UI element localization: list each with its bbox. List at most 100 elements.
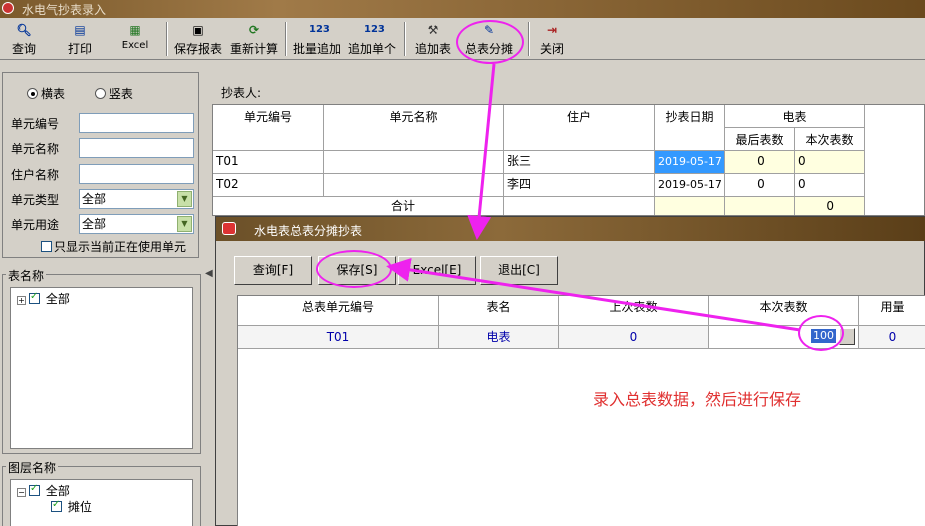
current-reading-input[interactable]: 100 xyxy=(811,329,836,343)
master-meter-allocate-button[interactable]: ✎ 总表分摊 xyxy=(462,20,516,58)
main-toolbar: 🔍︎ 查询 ▤ 打印 ▦ Excel ▣ 保存报表 ⟳ 重新计算 123 批量追… xyxy=(0,18,925,60)
table-cell[interactable] xyxy=(324,151,504,174)
table-cell[interactable]: T01 xyxy=(213,151,324,174)
table-cell[interactable]: 电表 xyxy=(439,326,559,349)
col-date[interactable]: 抄表日期 xyxy=(655,105,725,151)
table-cell[interactable]: 张三 xyxy=(504,151,655,174)
col-meter-name[interactable]: 表名 xyxy=(439,296,559,326)
excel-icon: ▦ xyxy=(129,23,141,37)
radio-vertical[interactable]: 竖表 xyxy=(94,87,133,101)
recalc-icon: ⟳ xyxy=(248,23,260,37)
unit-use-select[interactable]: 全部 ▼ xyxy=(79,214,194,234)
unit-type-row: 单元类型 全部 ▼ xyxy=(11,189,194,209)
col-previous-reading[interactable]: 上次表数 xyxy=(559,296,709,326)
unit-name-input[interactable] xyxy=(79,138,194,158)
dialog-title-bar[interactable]: 水电表总表分摊抄表 xyxy=(216,217,925,241)
col-last-reading[interactable]: 最后表数 xyxy=(725,128,795,151)
table-cell[interactable]: 0 xyxy=(559,326,709,349)
checkbox-box[interactable] xyxy=(29,291,40,304)
add-meter-button[interactable]: ⚒ 追加表 xyxy=(412,20,454,58)
table-cell[interactable]: 0 xyxy=(795,174,865,197)
table-cell[interactable]: 0 xyxy=(795,151,865,174)
allocate-dialog: 水电表总表分摊抄表 查询[F] 保存[S] Excel[E] 退出[C] 总表单… xyxy=(215,216,925,526)
checkbox-box[interactable] xyxy=(51,499,62,512)
table-cell-selected[interactable]: 2019-05-17 xyxy=(655,151,725,174)
filter-panel: 横表 竖表 单元编号 单元名称 住户名称 单元类型 全部 ▼ 单元用途 全部 ▼… xyxy=(2,72,199,258)
radio-horizontal[interactable]: 横表 xyxy=(27,87,65,101)
table-cell xyxy=(655,197,725,215)
col-current-reading[interactable]: 本次表数 xyxy=(795,128,865,151)
window-title-bar: 水电气抄表录入 xyxy=(0,0,925,18)
dialog-exit-button[interactable]: 退出[C] xyxy=(480,256,558,285)
layout-radio-group: 横表 竖表 xyxy=(27,85,133,102)
dialog-app-icon xyxy=(222,222,236,235)
splitter-collapse-icon[interactable]: ◀ xyxy=(205,268,213,279)
table-cell[interactable]: 0 xyxy=(725,174,795,197)
chevron-down-icon[interactable]: ▼ xyxy=(177,191,192,207)
floor-tree: − 全部 摊位 xyxy=(10,479,193,526)
table-cell[interactable]: 李四 xyxy=(504,174,655,197)
checkbox-box xyxy=(41,241,52,252)
window-title: 水电气抄表录入 xyxy=(22,3,107,17)
dialog-excel-button[interactable]: Excel[E] xyxy=(398,256,476,285)
col-usage[interactable]: 用量 xyxy=(859,296,925,326)
total-current-reading: 0 xyxy=(795,197,865,215)
batch-append-button[interactable]: 123 批量追加 xyxy=(290,20,344,58)
dialog-save-button[interactable]: 保存[S] xyxy=(318,256,396,285)
unit-no-row: 单元编号 xyxy=(11,113,194,133)
unit-name-row: 单元名称 xyxy=(11,138,194,158)
tenant-label: 住户名称 xyxy=(11,168,60,182)
col-tenant[interactable]: 住户 xyxy=(504,105,655,151)
tree-node-all[interactable]: + 全部 xyxy=(17,290,70,307)
col-master-unit-no[interactable]: 总表单元编号 xyxy=(238,296,439,326)
query-button[interactable]: 🔍︎ 查询 xyxy=(4,20,44,58)
unit-type-select[interactable]: 全部 ▼ xyxy=(79,189,194,209)
tree-node-stall[interactable]: 摊位 xyxy=(51,498,92,515)
col-group-electric: 电表 xyxy=(725,105,865,128)
recalculate-button[interactable]: ⟳ 重新计算 xyxy=(228,20,280,58)
123-icon: 123 xyxy=(309,24,330,35)
current-reading-editor[interactable]: 100 xyxy=(709,326,859,349)
print-button[interactable]: ▤ 打印 xyxy=(60,20,100,58)
only-active-checkbox[interactable]: 只显示当前正在使用单元 xyxy=(41,238,186,255)
table-cell[interactable]: 2019-05-17 xyxy=(655,174,725,197)
checkbox-box[interactable] xyxy=(29,483,40,496)
chevron-down-icon[interactable]: ▼ xyxy=(177,216,192,232)
collector-label: 抄表人: xyxy=(221,86,262,100)
app-icon xyxy=(2,2,14,14)
tree-node-all[interactable]: − 全部 xyxy=(17,482,70,499)
meter-name-group: 表名称 + 全部 xyxy=(2,267,201,454)
radio-dot xyxy=(27,88,38,99)
col-unit-name[interactable]: 单元名称 xyxy=(324,105,504,151)
unit-use-label: 单元用途 xyxy=(11,218,60,232)
table-cell[interactable]: 0 xyxy=(859,326,925,349)
append-single-button[interactable]: 123 追加单个 xyxy=(346,20,398,58)
floor-group-title: 图层名称 xyxy=(6,459,59,476)
excel-button[interactable]: ▦ Excel xyxy=(112,20,158,58)
save-report-button[interactable]: ▣ 保存报表 xyxy=(172,20,224,58)
ellipsis-button[interactable] xyxy=(839,328,855,345)
col-current-reading[interactable]: 本次表数 xyxy=(709,296,859,326)
toolbar-separator xyxy=(285,22,287,56)
tenant-row: 住户名称 xyxy=(11,164,194,184)
toolbar-separator xyxy=(404,22,406,56)
printer-icon: ▤ xyxy=(74,23,86,37)
close-button[interactable]: ⇥ 关闭 xyxy=(534,20,570,58)
allocate-icon: ✎ xyxy=(483,23,495,37)
unit-no-label: 单元编号 xyxy=(11,117,60,131)
dialog-query-button[interactable]: 查询[F] xyxy=(234,256,312,285)
table-cell[interactable] xyxy=(324,174,504,197)
table-cell xyxy=(725,197,795,215)
add-meter-icon: ⚒ xyxy=(427,23,439,37)
unit-no-input[interactable] xyxy=(79,113,194,133)
table-cell[interactable]: T01 xyxy=(238,326,439,349)
meter-tree: + 全部 xyxy=(10,287,193,449)
table-cell[interactable]: T02 xyxy=(213,174,324,197)
col-unit-no[interactable]: 单元编号 xyxy=(213,105,324,151)
table-cell[interactable]: 0 xyxy=(725,151,795,174)
collapse-icon[interactable]: − xyxy=(17,488,26,497)
unit-name-label: 单元名称 xyxy=(11,142,60,156)
total-label: 合计 xyxy=(213,197,504,215)
tenant-input[interactable] xyxy=(79,164,194,184)
expand-icon[interactable]: + xyxy=(17,296,26,305)
